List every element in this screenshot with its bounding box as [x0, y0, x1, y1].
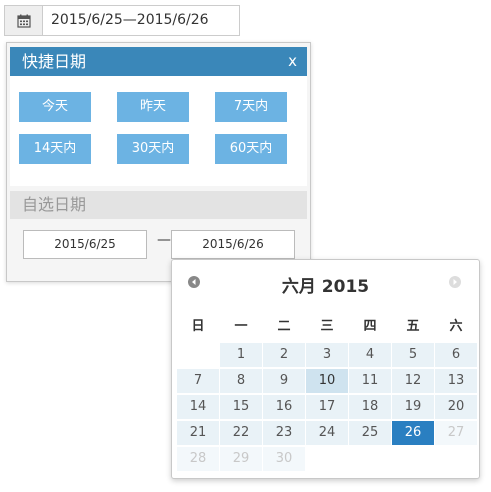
calendar-day[interactable]: 20	[435, 395, 477, 419]
calendar-day: 27	[435, 421, 477, 445]
calendar-day[interactable]: 16	[263, 395, 305, 419]
calendar-day[interactable]: 17	[306, 395, 348, 419]
calendar-day[interactable]: 22	[220, 421, 262, 445]
weekday-label: 五	[406, 319, 420, 334]
quick-date-header: 快捷日期 x	[10, 47, 307, 76]
weekday-label: 二	[277, 319, 291, 334]
calendar-day[interactable]: 12	[392, 369, 434, 393]
calendar-title: 六月 2015	[172, 272, 479, 297]
calendar-popup: 六月 2015 日一二三四五六 1 2 3 4 5 6 7 8 9 10 11 12 13 14 15 16 17…	[171, 259, 480, 479]
quick-7days-button[interactable]: 7天内	[215, 92, 287, 122]
weekday-label: 六	[449, 319, 463, 334]
weekday-label: 四	[363, 319, 377, 334]
calendar-day[interactable]: 24	[306, 421, 348, 445]
calendar-day[interactable]: 23	[263, 421, 305, 445]
calendar-day[interactable]: 9	[263, 369, 305, 393]
weekday-label: 日	[191, 319, 205, 334]
weekday-label: 三	[320, 319, 334, 334]
quick-30days-button[interactable]: 30天内	[117, 134, 189, 164]
quick-button-area: 今天 昨天 7天内 14天内 30天内 60天内	[10, 76, 307, 186]
calendar-year: 2015	[321, 277, 370, 297]
calendar-day[interactable]: 4	[349, 343, 391, 367]
calendar-day[interactable]: 11	[349, 369, 391, 393]
date-range-input[interactable]: 2015/6/25—2015/6/26	[4, 5, 240, 36]
calendar-day: 28	[177, 447, 219, 471]
calendar-day[interactable]: 15	[220, 395, 262, 419]
calendar-day[interactable]: 10	[306, 369, 348, 393]
quick-yesterday-button[interactable]: 昨天	[117, 92, 189, 122]
calendar-day[interactable]: 26	[392, 421, 434, 445]
calendar-day[interactable]: 6	[435, 343, 477, 367]
calendar-day[interactable]: 14	[177, 395, 219, 419]
custom-date-header: 自选日期	[10, 191, 307, 219]
calendar-day[interactable]: 8	[220, 369, 262, 393]
calendar-icon[interactable]	[5, 6, 43, 35]
quick-14days-button[interactable]: 14天内	[19, 134, 91, 164]
close-button[interactable]: x	[288, 47, 297, 76]
quick-60days-button[interactable]: 60天内	[215, 134, 287, 164]
calendar-day: 29	[220, 447, 262, 471]
calendar-day[interactable]: 18	[349, 395, 391, 419]
calendar-day: 30	[263, 447, 305, 471]
quick-today-button[interactable]: 今天	[19, 92, 91, 122]
calendar-day[interactable]: 13	[435, 369, 477, 393]
quick-date-panel: 快捷日期 x 今天 昨天 7天内 14天内 30天内 60天内 自选日期 201…	[6, 42, 311, 282]
start-date-field[interactable]: 2015/6/25	[23, 230, 147, 259]
calendar-day[interactable]: 2	[263, 343, 305, 367]
calendar-day[interactable]: 1	[220, 343, 262, 367]
next-month-icon[interactable]	[449, 276, 461, 288]
calendar-day[interactable]: 21	[177, 421, 219, 445]
quick-date-title: 快捷日期	[22, 52, 87, 71]
calendar-day[interactable]: 3	[306, 343, 348, 367]
date-separator: —	[157, 232, 171, 248]
calendar-day[interactable]: 19	[392, 395, 434, 419]
weekday-label: 一	[234, 319, 248, 334]
calendar-day[interactable]: 7	[177, 369, 219, 393]
end-date-field[interactable]: 2015/6/26	[171, 230, 295, 259]
date-range-value: 2015/6/25—2015/6/26	[51, 12, 209, 28]
calendar-day[interactable]: 25	[349, 421, 391, 445]
calendar-day[interactable]: 5	[392, 343, 434, 367]
calendar-month: 六月	[281, 277, 316, 297]
custom-date-title: 自选日期	[22, 195, 87, 214]
